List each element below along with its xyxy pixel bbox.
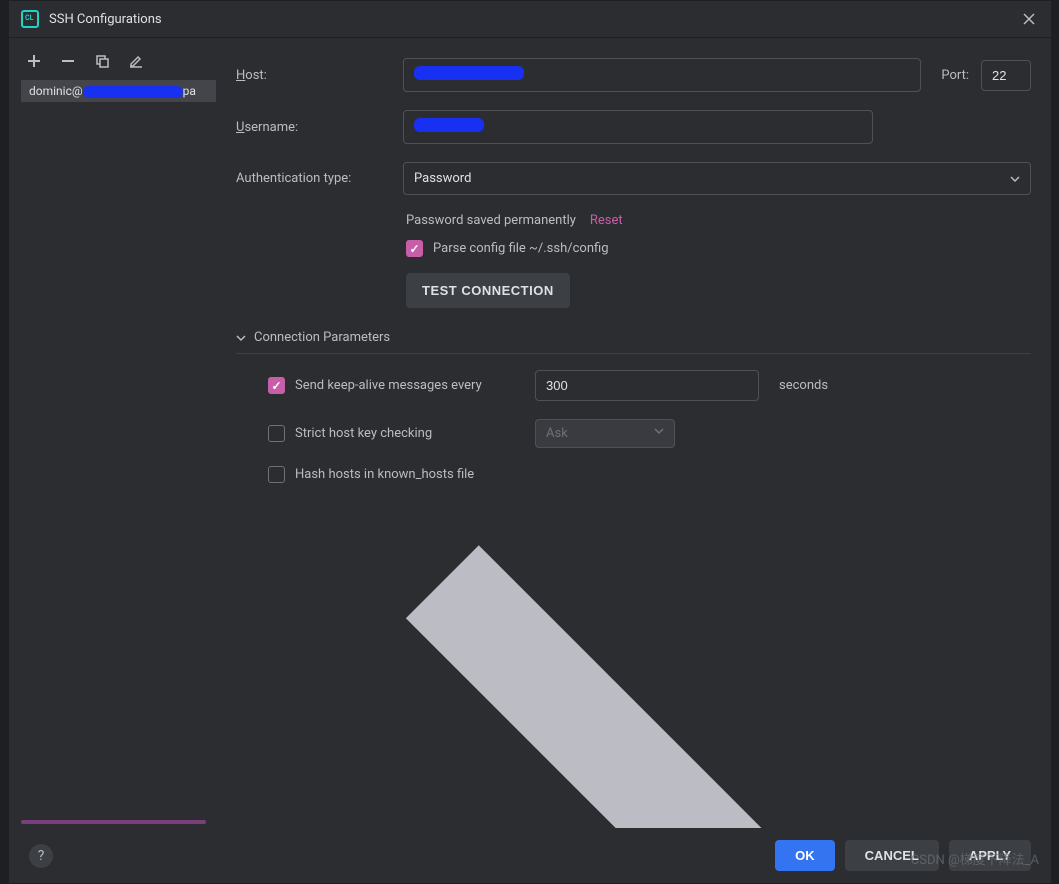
username-label: Username:: [236, 120, 391, 135]
sidebar: dominic@ pa: [9, 38, 216, 828]
minus-icon: [61, 54, 75, 68]
keepalive-label: Send keep-alive messages every: [295, 378, 525, 393]
reset-link[interactable]: Reset: [590, 213, 623, 228]
close-button[interactable]: [1019, 9, 1039, 29]
host-input[interactable]: [403, 58, 921, 92]
sidebar-toolbar: [21, 48, 216, 80]
edit-button[interactable]: [127, 52, 145, 70]
redacted-block: [414, 66, 524, 80]
chevron-right-icon: [236, 513, 924, 828]
auth-type-label: Authentication type:: [236, 171, 391, 186]
parse-config-label: Parse config file ~/.ssh/config: [433, 241, 609, 256]
connection-params-header[interactable]: Connection Parameters: [236, 330, 1031, 354]
config-item-prefix: dominic@: [29, 84, 83, 98]
seconds-label: seconds: [779, 378, 828, 393]
password-saved-text: Password saved permanently: [406, 213, 576, 228]
hash-hosts-checkbox[interactable]: [268, 466, 285, 483]
strict-host-select: Ask: [535, 419, 675, 448]
strict-host-value: Ask: [546, 426, 568, 441]
footer: ? OK CANCEL APPLY: [9, 828, 1051, 883]
help-button[interactable]: ?: [29, 844, 53, 868]
auth-type-select[interactable]: Password: [403, 162, 1031, 195]
redacted-block: [414, 118, 484, 132]
port-label: Port:: [941, 68, 969, 83]
config-item-suffix: pa: [183, 84, 196, 98]
port-input[interactable]: [981, 60, 1031, 91]
auth-type-value: Password: [414, 171, 471, 186]
titlebar: SSH Configurations: [9, 1, 1051, 38]
parse-config-checkbox[interactable]: [406, 240, 423, 257]
cancel-button[interactable]: CANCEL: [845, 840, 939, 871]
apply-button[interactable]: APPLY: [949, 840, 1031, 871]
keepalive-input[interactable]: [535, 370, 759, 401]
app-icon: [21, 10, 39, 28]
remove-button[interactable]: [59, 52, 77, 70]
proxy-header[interactable]: HTTP/SOCKS Proxy: [236, 513, 1031, 828]
copy-button[interactable]: [93, 52, 111, 70]
ok-button[interactable]: OK: [775, 840, 835, 871]
connection-params-title: Connection Parameters: [254, 330, 390, 345]
keepalive-checkbox[interactable]: [268, 377, 285, 394]
pencil-icon: [129, 54, 143, 68]
config-list: dominic@ pa: [21, 80, 216, 820]
host-label: Host:: [236, 68, 391, 83]
sidebar-scrollbar[interactable]: [21, 820, 206, 824]
chevron-down-icon: [654, 426, 664, 436]
plus-icon: [27, 54, 41, 68]
add-button[interactable]: [25, 52, 43, 70]
strict-host-checkbox[interactable]: [268, 425, 285, 442]
config-item[interactable]: dominic@ pa: [21, 80, 216, 102]
close-icon: [1022, 12, 1036, 26]
test-connection-button[interactable]: TEST CONNECTION: [406, 273, 570, 308]
hash-hosts-label: Hash hosts in known_hosts file: [295, 467, 474, 482]
username-input[interactable]: [403, 110, 873, 144]
redacted-block: [83, 86, 183, 98]
help-icon: ?: [38, 848, 45, 864]
strict-host-label: Strict host key checking: [295, 426, 525, 441]
form-panel: Host: Port: Username: Authentication typ…: [216, 38, 1051, 828]
window-title: SSH Configurations: [49, 12, 1009, 27]
copy-icon: [95, 54, 109, 68]
chevron-down-icon: [236, 333, 246, 343]
chevron-down-icon: [1010, 174, 1020, 184]
